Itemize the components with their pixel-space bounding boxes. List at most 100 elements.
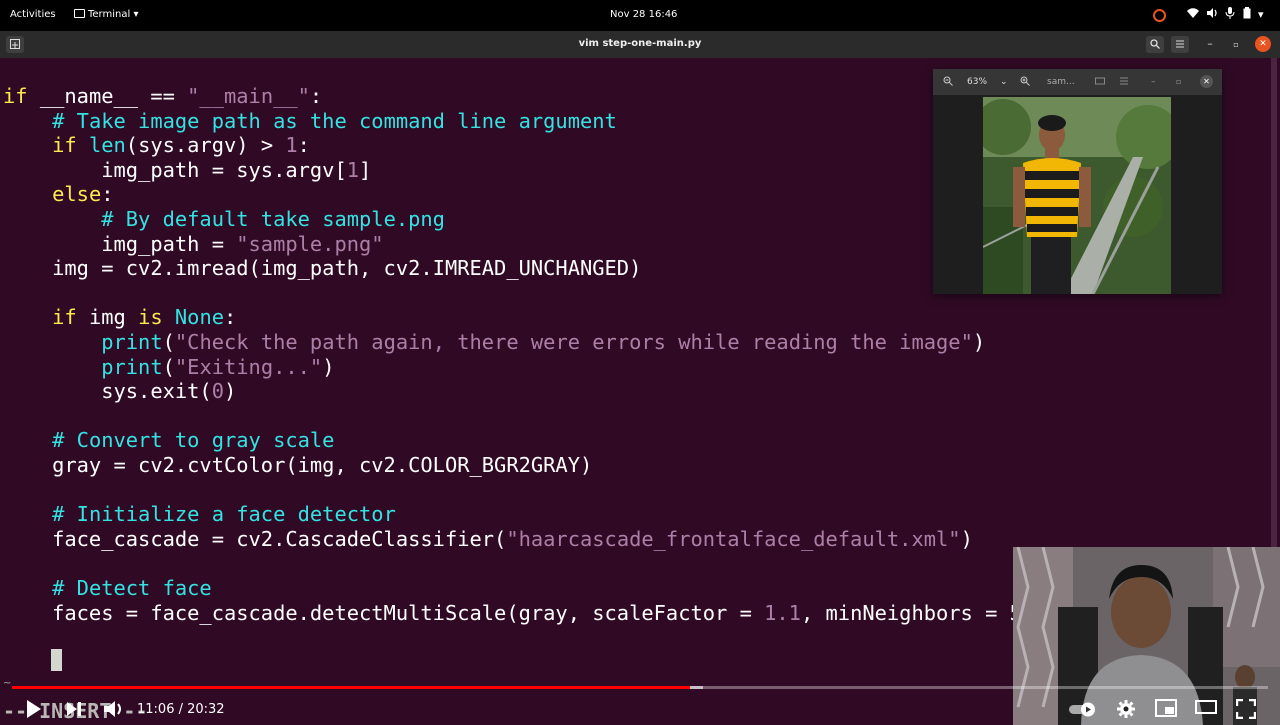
- window-title: vim step-one-main.py: [578, 38, 702, 49]
- code-token: # Take image path as the command line ar…: [52, 108, 617, 133]
- play-icon: [27, 700, 41, 718]
- code-token: img_path = sys.argv[: [3, 157, 347, 182]
- code-token: (sys.argv) >: [125, 133, 286, 158]
- code-token: if: [3, 84, 28, 108]
- hamburger-icon: [1176, 40, 1184, 48]
- menu-button[interactable]: [1171, 36, 1189, 53]
- code-token: len: [88, 133, 126, 158]
- code-token: is: [138, 305, 163, 330]
- image-viewer-header: 63% ⌄ sam... – ▫ ✕: [933, 69, 1222, 95]
- code-token: print: [101, 354, 163, 379]
- code-token: print: [101, 330, 163, 354]
- volume-icon: [104, 701, 121, 717]
- play-button[interactable]: [24, 699, 44, 721]
- autoplay-toggle[interactable]: [1068, 699, 1098, 721]
- code-token: ): [972, 330, 986, 354]
- maximize-button[interactable]: ▫: [1228, 36, 1244, 52]
- minimize-icon: –: [1207, 37, 1213, 50]
- miniplayer-button[interactable]: [1154, 699, 1178, 721]
- code-token: "sample.png": [236, 231, 384, 256]
- zoom-chevron-icon[interactable]: ⌄: [1000, 76, 1008, 88]
- code-token: face_cascade = cv2.CascadeClassifier(: [3, 526, 507, 551]
- miniplayer-icon: [1155, 699, 1177, 717]
- zoom-in-icon[interactable]: [1020, 76, 1030, 90]
- app-menu-label: Terminal: [88, 9, 131, 20]
- code-token: img: [76, 305, 139, 330]
- code-token: (: [162, 354, 175, 379]
- displayed-photo: [983, 97, 1171, 294]
- network-icon[interactable]: [1187, 7, 1199, 23]
- code-line: faces = face_cascade.detectMultiScale(gr…: [3, 601, 1034, 625]
- video-progress-bar[interactable]: [12, 686, 1268, 689]
- activities-button[interactable]: Activities: [10, 9, 56, 20]
- viewer-maximize-icon[interactable]: ▫: [1176, 76, 1181, 88]
- image-viewer-window[interactable]: 63% ⌄ sam... – ▫ ✕: [933, 69, 1222, 294]
- fullscreen-button[interactable]: [1235, 698, 1257, 721]
- code-line: # Detect face: [3, 576, 212, 600]
- code-line: # Convert to gray scale: [3, 428, 334, 452]
- image-title: sam...: [1047, 77, 1075, 87]
- code-token: :: [224, 305, 237, 330]
- viewer-fullscreen-icon[interactable]: [1095, 76, 1105, 90]
- search-icon: [1150, 39, 1160, 49]
- close-button[interactable]: ✕: [1255, 36, 1271, 52]
- volume-tray-icon[interactable]: [1206, 7, 1218, 23]
- code-token: ): [322, 354, 335, 379]
- theater-icon: [1195, 700, 1217, 714]
- gnome-top-bar: Activities Terminal ▾ Nov 28 16:46 ▾: [0, 0, 1280, 31]
- code-line: # Initialize a face detector: [3, 502, 396, 526]
- code-token: 0: [211, 379, 224, 404]
- code-token: 1.1: [764, 600, 801, 625]
- next-button[interactable]: [64, 699, 84, 721]
- code-token: # By default take sample.png: [101, 207, 445, 231]
- minimize-button[interactable]: –: [1202, 36, 1218, 52]
- code-line: img = cv2.imread(img_path, cv2.IMREAD_UN…: [3, 256, 641, 280]
- code-line: # Take image path as the command line ar…: [3, 109, 617, 133]
- code-token: __name__ ==: [27, 84, 188, 108]
- system-menu-chevron-icon[interactable]: ▾: [1258, 7, 1264, 23]
- code-token: :: [297, 133, 310, 158]
- zoom-level[interactable]: 63%: [967, 76, 987, 88]
- chevron-down-icon: ▾: [130, 9, 139, 20]
- code-line: print("Check the path again, there were …: [3, 330, 985, 354]
- fullscreen-icon: [1235, 698, 1257, 720]
- settings-button[interactable]: [1115, 699, 1137, 721]
- video-controls: 11:06 / 20:32: [0, 691, 1280, 725]
- zoom-out-icon[interactable]: [943, 76, 953, 90]
- code-line: img_path = sys.argv[1]: [3, 158, 371, 182]
- code-token: None: [174, 305, 225, 330]
- volume-button[interactable]: [102, 699, 126, 721]
- microphone-icon[interactable]: [1225, 7, 1235, 23]
- viewer-close-icon[interactable]: ✕: [1200, 75, 1213, 88]
- code-token: if: [52, 133, 77, 158]
- app-menu[interactable]: Terminal ▾: [74, 9, 138, 20]
- terminal-header-bar: vim step-one-main.py – ▫ ✕: [0, 31, 1280, 58]
- viewer-minimize-icon[interactable]: –: [1151, 76, 1156, 88]
- code-token: "Exiting...": [174, 354, 323, 379]
- search-button[interactable]: [1146, 36, 1164, 53]
- code-token: "__main__": [187, 84, 310, 108]
- code-token: :: [309, 84, 323, 108]
- code-token: (: [162, 330, 175, 354]
- text-cursor: [51, 649, 62, 671]
- code-line: face_cascade = cv2.CascadeClassifier("ha…: [3, 527, 973, 551]
- code-token: faces = face_cascade.detectMultiScale(gr…: [3, 600, 765, 625]
- maximize-icon: ▫: [1233, 40, 1239, 49]
- next-icon: [67, 702, 81, 716]
- theater-mode-button[interactable]: [1194, 699, 1218, 721]
- code-token: if: [52, 305, 77, 330]
- update-icon[interactable]: [1153, 9, 1166, 22]
- clock[interactable]: Nov 28 16:46: [610, 9, 677, 20]
- terminal-icon: [74, 9, 85, 18]
- battery-icon[interactable]: [1243, 7, 1251, 23]
- viewer-menu-icon[interactable]: [1119, 76, 1129, 90]
- code-token: # Detect face: [52, 576, 212, 600]
- time-display: 11:06 / 20:32: [137, 702, 225, 717]
